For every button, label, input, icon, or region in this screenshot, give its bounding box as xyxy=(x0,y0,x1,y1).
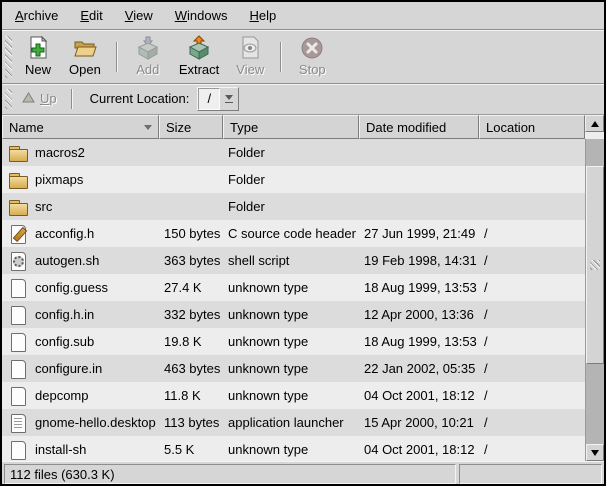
extract-icon xyxy=(186,35,212,61)
c-source-file-icon xyxy=(8,224,28,244)
vertical-scrollbar xyxy=(585,139,604,461)
table-row[interactable]: configure.in 463 bytes unknown type 22 J… xyxy=(2,355,585,382)
open-button[interactable]: Open xyxy=(61,33,109,81)
column-header-type[interactable]: Type xyxy=(223,115,359,139)
folder-icon xyxy=(8,197,28,217)
launcher-file-icon xyxy=(8,413,28,433)
list-header: Name Size Type Date modified Location xyxy=(2,115,604,139)
table-row[interactable]: src Folder xyxy=(2,193,585,220)
document-icon xyxy=(8,332,28,352)
table-row[interactable]: install-sh 5.5 K unknown type 04 Oct 200… xyxy=(2,436,585,461)
up-button[interactable]: Up xyxy=(15,88,64,109)
document-icon xyxy=(8,359,28,379)
table-row[interactable]: acconfig.h 150 bytes C source code heade… xyxy=(2,220,585,247)
view-button[interactable]: View xyxy=(227,33,273,81)
statusbar-file-count: 112 files (630.3 K) xyxy=(4,464,456,484)
scroll-up-icon xyxy=(591,121,599,127)
document-icon xyxy=(8,305,28,325)
new-button[interactable]: New xyxy=(15,33,61,81)
sort-descending-icon xyxy=(144,125,152,130)
toolbar-separator xyxy=(116,42,118,72)
document-icon xyxy=(8,440,28,460)
table-row[interactable]: config.guess 27.4 K unknown type 18 Aug … xyxy=(2,274,585,301)
menubar: Archive Edit View Windows Help xyxy=(2,2,604,29)
location-bar-separator xyxy=(71,89,73,109)
scrollbar-down-button[interactable] xyxy=(586,444,604,461)
document-icon xyxy=(8,386,28,406)
list-body: macros2 Folder pixmaps Folder src F xyxy=(2,139,585,461)
statusbar-secondary-panel xyxy=(459,464,602,484)
toolbar: New Open Add xyxy=(2,31,604,83)
menu-windows[interactable]: Windows xyxy=(164,4,239,27)
add-button[interactable]: Add xyxy=(125,33,171,81)
file-list: Name Size Type Date modified Location ma… xyxy=(2,114,604,462)
extract-button[interactable]: Extract xyxy=(171,33,227,81)
location-combobox[interactable]: / xyxy=(197,87,239,111)
location-bar-grip[interactable] xyxy=(5,89,12,109)
folder-icon xyxy=(8,170,28,190)
scrollbar-grip xyxy=(590,260,600,270)
menu-help[interactable]: Help xyxy=(238,4,287,27)
script-file-icon xyxy=(8,251,28,271)
location-bar: Up Current Location: / xyxy=(2,85,604,112)
column-header-name[interactable]: Name xyxy=(2,115,159,139)
scroll-down-icon xyxy=(591,450,599,456)
stop-button[interactable]: Stop xyxy=(289,33,335,81)
table-row[interactable]: gnome-hello.desktop 113 bytes applicatio… xyxy=(2,409,585,436)
folder-icon xyxy=(8,143,28,163)
current-location-label: Current Location: xyxy=(90,91,190,106)
toolbar-grip[interactable] xyxy=(5,36,12,78)
table-row[interactable]: autogen.sh 363 bytes shell script 19 Feb… xyxy=(2,247,585,274)
view-file-icon xyxy=(237,35,263,61)
table-row[interactable]: depcomp 11.8 K unknown type 04 Oct 2001,… xyxy=(2,382,585,409)
column-header-date-modified[interactable]: Date modified xyxy=(359,115,479,139)
open-archive-icon xyxy=(72,35,98,61)
table-row[interactable]: macros2 Folder xyxy=(2,139,585,166)
location-combobox-value: / xyxy=(198,88,220,110)
table-row[interactable]: config.sub 19.8 K unknown type 18 Aug 19… xyxy=(2,328,585,355)
menu-view[interactable]: View xyxy=(114,4,164,27)
statusbar: 112 files (630.3 K) xyxy=(4,464,602,484)
column-header-size[interactable]: Size xyxy=(159,115,223,139)
scrollbar-up-button[interactable] xyxy=(585,115,604,132)
menu-edit[interactable]: Edit xyxy=(69,4,113,27)
new-archive-icon xyxy=(25,35,51,61)
column-header-location[interactable]: Location xyxy=(479,115,585,139)
scrollbar-thumb[interactable] xyxy=(586,166,604,364)
toolbar-separator-2 xyxy=(280,42,282,72)
scrollbar-trough[interactable] xyxy=(586,139,604,444)
add-files-icon xyxy=(135,35,161,61)
stop-icon xyxy=(299,35,325,61)
archive-manager-window: Archive Edit View Windows Help New xyxy=(0,0,606,486)
up-arrow-icon xyxy=(22,91,35,106)
combobox-dropdown-icon xyxy=(220,88,238,110)
table-row[interactable]: config.h.in 332 bytes unknown type 12 Ap… xyxy=(2,301,585,328)
document-icon xyxy=(8,278,28,298)
menu-archive[interactable]: Archive xyxy=(4,4,69,27)
table-row[interactable]: pixmaps Folder xyxy=(2,166,585,193)
